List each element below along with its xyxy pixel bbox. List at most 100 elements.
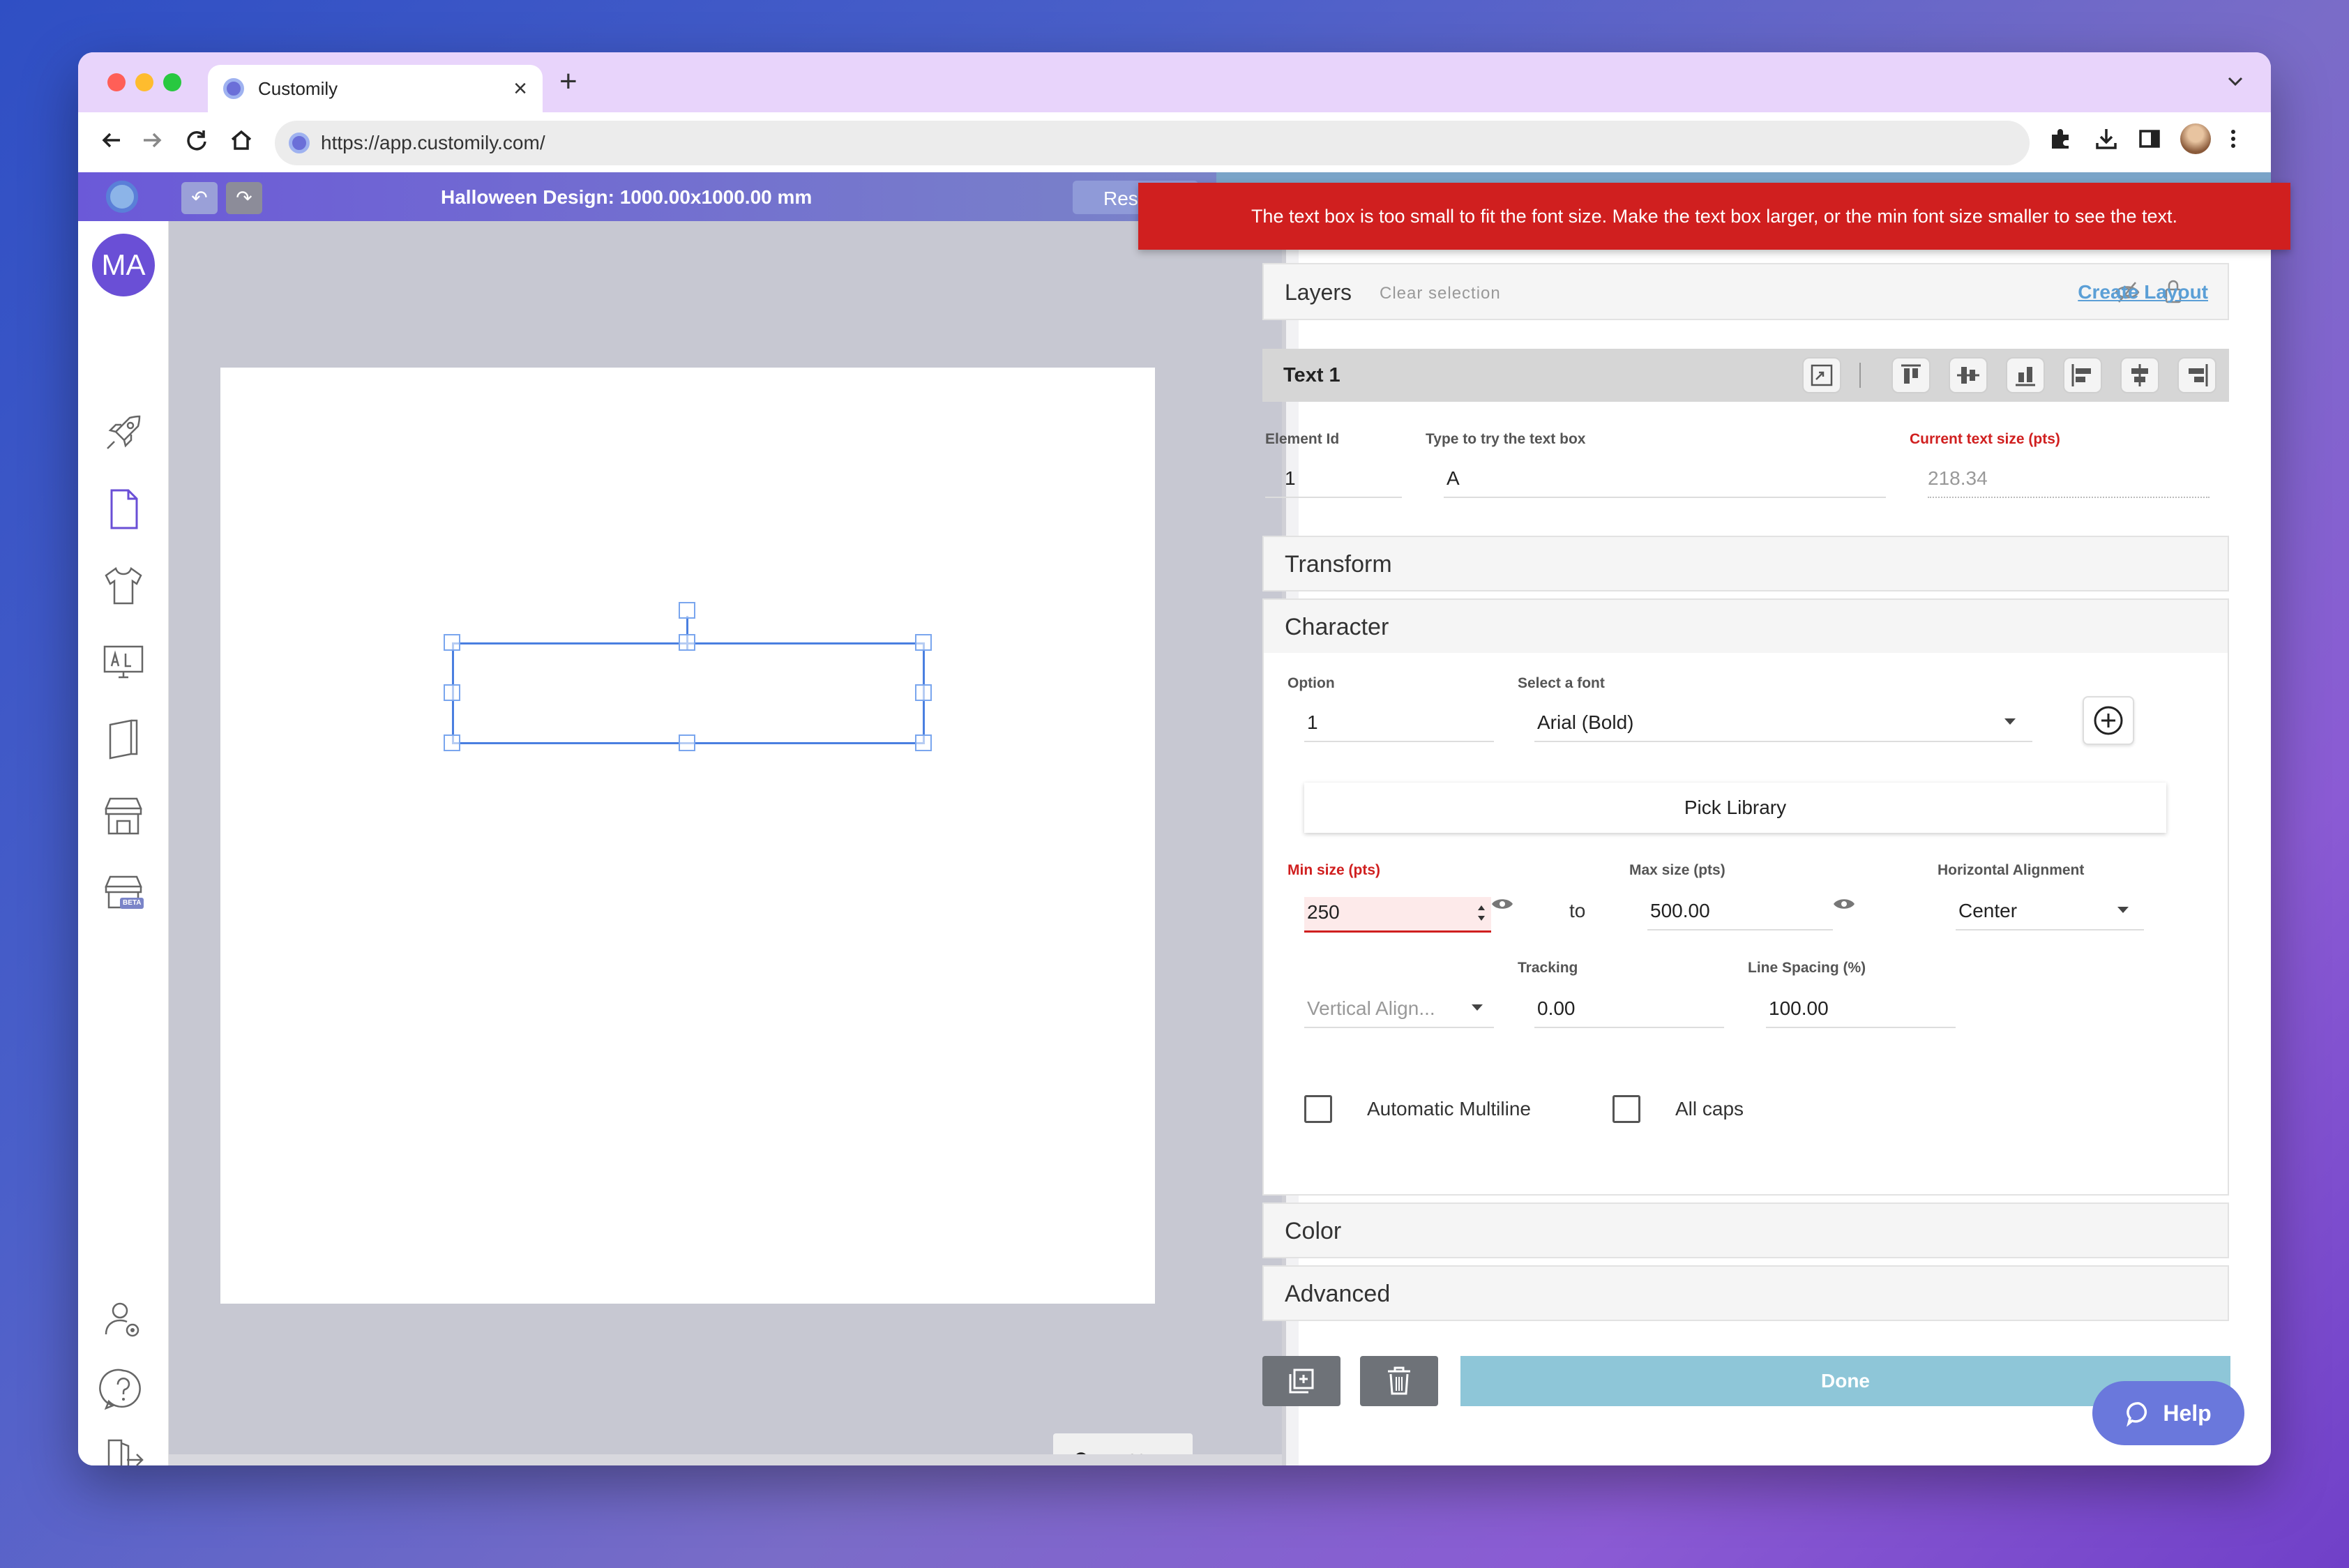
resize-handle-bottom-left[interactable] — [444, 734, 460, 751]
resize-handle-bottom[interactable] — [679, 734, 695, 751]
min-size-input[interactable]: 250 — [1304, 897, 1491, 933]
maximize-window-button[interactable] — [163, 73, 181, 91]
new-tab-button[interactable]: + — [559, 66, 577, 97]
help-question-icon[interactable] — [99, 1365, 148, 1414]
customily-logo-icon[interactable] — [106, 181, 138, 213]
transform-title: Transform — [1285, 551, 1392, 578]
home-icon[interactable] — [227, 126, 255, 159]
pick-library-button[interactable]: Pick Library — [1304, 783, 2166, 833]
tab-title: Customily — [258, 77, 338, 99]
min-size-label: Min size (pts) — [1287, 862, 1381, 878]
font-value: Arial (Bold) — [1537, 711, 1634, 733]
max-eye-icon[interactable] — [1831, 896, 1857, 916]
minimize-window-button[interactable] — [135, 73, 153, 91]
valign-select[interactable]: Vertical Align... — [1304, 997, 1494, 1028]
clear-selection-link[interactable]: Clear selection — [1380, 284, 1501, 303]
duplicate-button[interactable] — [1262, 1356, 1340, 1406]
tab-strip: Customily × + — [78, 52, 2271, 112]
close-window-button[interactable] — [107, 73, 126, 91]
profile-avatar[interactable] — [2180, 123, 2211, 154]
back-icon[interactable] — [98, 126, 126, 159]
layers-bar: Layers Clear selection Create Layout — [1262, 263, 2229, 320]
color-section[interactable]: Color — [1262, 1203, 2229, 1258]
halign-select[interactable]: Center — [1956, 900, 2144, 930]
sidebar-toggle-icon[interactable] — [2137, 126, 2162, 156]
resize-handle-top[interactable] — [679, 634, 695, 651]
align-center-icon[interactable] — [2120, 357, 2159, 393]
storefront-icon[interactable] — [99, 792, 148, 840]
line-spacing-input[interactable]: 100.00 — [1766, 997, 1956, 1028]
rocket-icon[interactable] — [99, 408, 148, 457]
option-input[interactable]: 1 — [1304, 711, 1494, 742]
extensions-icon[interactable] — [2048, 126, 2073, 156]
element-header: Text 1 — [1262, 349, 2229, 402]
align-bottom-icon[interactable] — [2006, 357, 2045, 393]
error-toast[interactable]: The text box is too small to fit the fon… — [1138, 183, 2290, 250]
help-button[interactable]: Help — [2092, 1381, 2244, 1445]
text-box-selection[interactable] — [452, 642, 925, 744]
resize-handle-top-right[interactable] — [915, 634, 932, 651]
user-settings-icon[interactable] — [99, 1295, 148, 1344]
monitor-icon[interactable] — [99, 638, 148, 687]
more-menu-icon[interactable] — [2226, 126, 2240, 156]
trash-icon — [1388, 1366, 1410, 1395]
resize-handle-right[interactable] — [915, 684, 932, 701]
valign-placeholder: Vertical Align... — [1307, 997, 1435, 1019]
reload-icon[interactable] — [183, 126, 211, 159]
toolbar-separator — [1859, 363, 1861, 388]
tshirt-icon[interactable] — [99, 561, 148, 610]
try-text-input[interactable]: A — [1444, 467, 1886, 498]
book-icon[interactable] — [99, 715, 148, 764]
try-text-label: Type to try the text box — [1426, 431, 1586, 447]
max-size-input[interactable]: 500.00 — [1647, 900, 1833, 930]
chevron-down-icon[interactable] — [2225, 70, 2246, 96]
stepper-icon[interactable] — [1476, 903, 1487, 924]
advanced-section[interactable]: Advanced — [1262, 1265, 2229, 1321]
element-id-label: Element Id — [1265, 431, 1340, 447]
tab-close-icon[interactable]: × — [513, 77, 527, 100]
resize-handle-bottom-right[interactable] — [915, 734, 932, 751]
duplicate-icon — [1289, 1369, 1314, 1394]
align-top-icon[interactable] — [1891, 357, 1931, 393]
logout-icon[interactable] — [99, 1435, 148, 1465]
min-eye-icon[interactable] — [1490, 896, 1515, 916]
app-header: ↶ ↷ Halloween Design: 1000.00x1000.00 mm… — [78, 172, 1216, 221]
forward-icon[interactable] — [138, 126, 166, 159]
element-id-input[interactable]: 1 — [1265, 467, 1402, 498]
font-select[interactable]: Arial (Bold) — [1534, 711, 2032, 742]
site-favicon-icon — [289, 133, 310, 153]
character-section[interactable]: Character — [1262, 598, 2229, 654]
undo-button[interactable]: ↶ — [181, 182, 218, 214]
transform-section[interactable]: Transform — [1262, 536, 2229, 591]
align-middle-icon[interactable] — [1949, 357, 1988, 393]
artboard[interactable] — [220, 368, 1155, 1304]
color-title: Color — [1285, 1218, 1342, 1244]
download-icon[interactable] — [2094, 126, 2119, 156]
align-left-icon[interactable] — [2063, 357, 2102, 393]
create-layout-link[interactable]: Create Layout — [2078, 281, 2208, 303]
align-right-icon[interactable] — [2177, 357, 2216, 393]
fit-to-artboard-icon[interactable] — [1802, 357, 1841, 393]
layers-title: Layers — [1285, 280, 1352, 305]
design-title: Halloween Design: 1000.00x1000.00 mm — [441, 186, 813, 208]
character-title: Character — [1285, 614, 1389, 640]
redo-button[interactable]: ↷ — [226, 182, 262, 214]
resize-handle-top-left[interactable] — [444, 634, 460, 651]
delete-button[interactable] — [1360, 1356, 1438, 1406]
canvas-scrollbar[interactable] — [169, 1454, 1282, 1465]
option-label: Option — [1287, 675, 1335, 691]
store-beta-icon[interactable]: BETA — [99, 868, 148, 917]
dropdown-arrow-icon — [1472, 1004, 1483, 1011]
rotate-handle[interactable] — [679, 602, 695, 619]
auto-multiline-checkbox[interactable] — [1304, 1095, 1332, 1123]
user-avatar[interactable]: MA — [92, 234, 155, 296]
address-bar[interactable]: https://app.customily.com/ — [275, 121, 2030, 165]
document-icon[interactable] — [99, 485, 148, 534]
customily-favicon-icon — [223, 78, 244, 99]
resize-handle-left[interactable] — [444, 684, 460, 701]
design-canvas[interactable]: 18% — [169, 221, 1282, 1465]
all-caps-checkbox[interactable] — [1612, 1095, 1640, 1123]
tracking-input[interactable]: 0.00 — [1534, 997, 1724, 1028]
browser-tab[interactable]: Customily × — [208, 65, 543, 112]
add-font-button[interactable] — [2083, 696, 2134, 745]
